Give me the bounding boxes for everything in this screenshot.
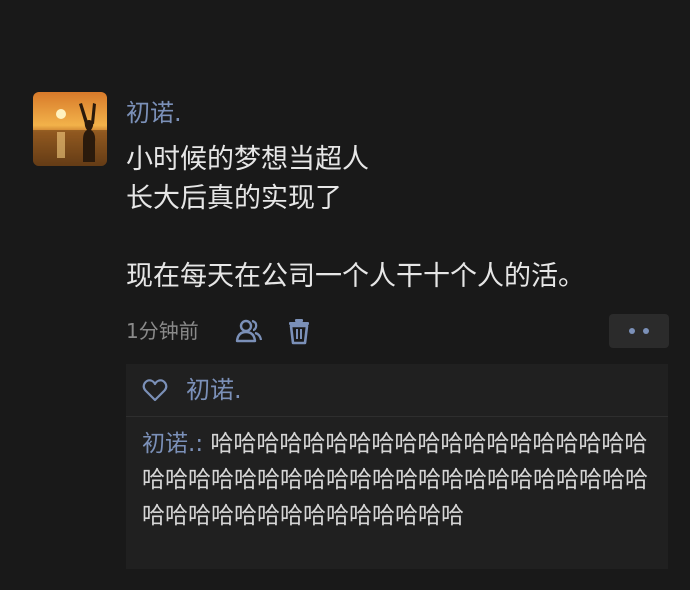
heart-outline-icon (142, 379, 168, 402)
post-content-line: 小时候的梦想当超人 (126, 144, 369, 175)
comment-body: 哈哈哈哈哈哈哈哈哈哈哈哈哈哈哈哈哈哈哈哈哈哈哈哈哈哈哈哈哈哈哈哈哈哈哈哈哈哈哈哈… (142, 431, 648, 529)
more-dot (629, 328, 635, 334)
divider (126, 416, 668, 417)
comment[interactable]: 初诺.: 哈哈哈哈哈哈哈哈哈哈哈哈哈哈哈哈哈哈哈哈哈哈哈哈哈哈哈哈哈哈哈哈哈哈哈… (142, 426, 658, 534)
trash-icon[interactable] (284, 316, 314, 346)
comment-separator: : (195, 431, 211, 457)
comment-author[interactable]: 初诺. (142, 431, 195, 457)
liker-name[interactable]: 初诺. (186, 374, 242, 406)
sunset-avatar-image (33, 92, 107, 166)
post-content-line: 现在每天在公司一个人干十个人的活。 (126, 261, 585, 292)
moments-post: 初诺. 小时候的梦想当超人 长大后真的实现了 现在每天在公司一个人干十个人的活。… (0, 0, 690, 590)
post-author[interactable]: 初诺. (126, 97, 182, 129)
friends-icon[interactable] (234, 316, 264, 346)
post-time: 1分钟前 (126, 319, 199, 343)
avatar[interactable] (33, 92, 107, 166)
more-dot (643, 328, 649, 334)
post-content-line: 长大后真的实现了 (126, 183, 342, 214)
likes-row: 初诺. (126, 364, 668, 416)
more-button[interactable] (609, 314, 669, 348)
